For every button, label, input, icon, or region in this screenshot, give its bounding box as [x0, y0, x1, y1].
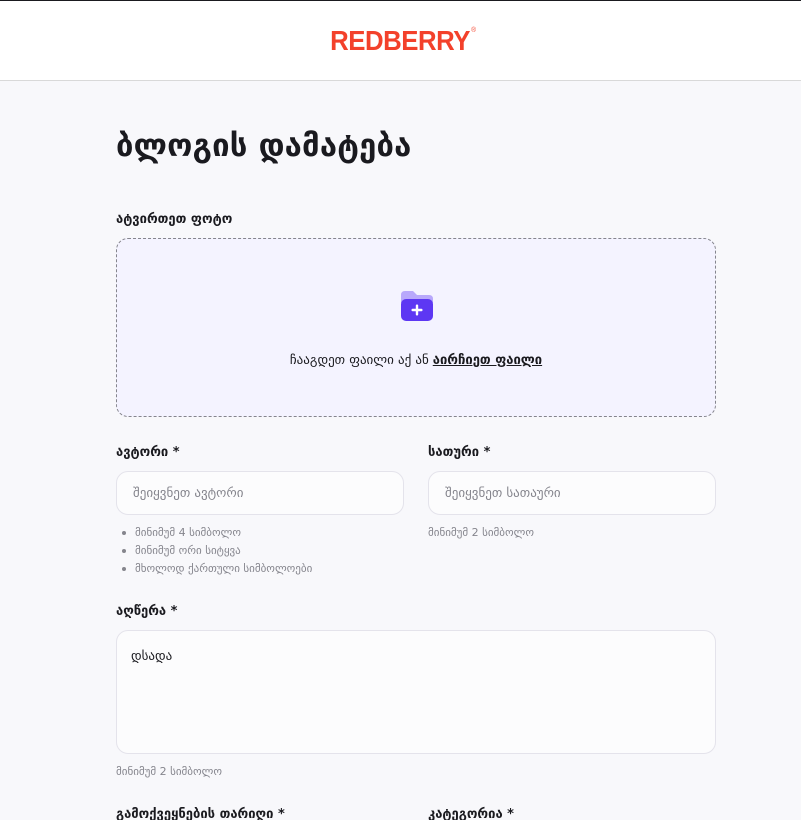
- description-textarea[interactable]: დსადა: [116, 630, 716, 754]
- author-placeholder: შეიყვნეთ ავტორი: [133, 485, 244, 501]
- author-hint-georgian-only: მხოლოდ ქართული სიმბოლოები: [120, 562, 312, 580]
- app-header: REDBERRY ®: [0, 0, 801, 81]
- author-requirements: მინიმუმ 4 სიმბოლო მინიმუმ ორი სიტყვა მხო…: [120, 526, 312, 580]
- category-label: კატეგორია *: [428, 807, 514, 820]
- title-hint: მინიმუმ 2 სიმბოლო: [428, 526, 534, 539]
- upload-label: ატვირთეთ ფოტო: [116, 212, 233, 227]
- author-hint-min-chars: მინიმუმ 4 სიმბოლო: [120, 526, 312, 544]
- publish-date-label: გამოქვეყნების თარიღი *: [116, 807, 285, 820]
- description-value: დსადა: [131, 649, 173, 664]
- dropzone-instruction: ჩააგდეთ ფაილი აქ ან: [289, 353, 429, 368]
- folder-add-icon: [401, 291, 433, 321]
- page-title: ბლოგის დამატება: [116, 128, 412, 164]
- photo-dropzone[interactable]: ჩააგდეთ ფაილი აქ ან აირჩიეთ ფაილი: [116, 238, 716, 417]
- title-label: სათური *: [428, 445, 491, 460]
- browse-file-link[interactable]: აირჩიეთ ფაილი: [433, 353, 542, 368]
- description-hint: მინიმუმ 2 სიმბოლო: [116, 765, 222, 778]
- author-hint-two-words: მინიმუმ ორი სიტყვა: [120, 544, 312, 562]
- description-label: აღწერა *: [116, 604, 178, 619]
- author-label: ავტორი *: [116, 445, 180, 460]
- registered-mark: ®: [471, 26, 477, 34]
- redberry-logo[interactable]: REDBERRY ®: [330, 24, 477, 57]
- title-input[interactable]: შეიყვნეთ სათაური: [428, 471, 716, 515]
- author-input[interactable]: შეიყვნეთ ავტორი: [116, 471, 404, 515]
- logo-text: REDBERRY: [330, 24, 471, 56]
- dropzone-text: ჩააგდეთ ფაილი აქ ან აირჩიეთ ფაილი: [117, 353, 715, 368]
- title-placeholder: შეიყვნეთ სათაური: [445, 485, 561, 501]
